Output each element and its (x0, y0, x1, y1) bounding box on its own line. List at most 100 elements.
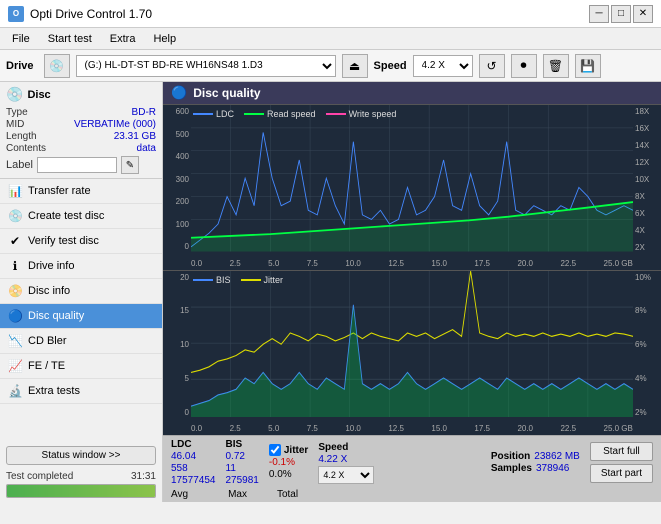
max-label: Max (228, 489, 247, 500)
drive-select[interactable]: (G:) HL-DT-ST BD-RE WH16NS48 1.D3 (76, 55, 336, 77)
create-test-disc-icon: 💿 (8, 209, 22, 223)
nav-disc-info-label: Disc info (28, 285, 70, 297)
disc-info-icon: 📀 (8, 284, 22, 298)
nav-extra-tests[interactable]: 🔬 Extra tests (0, 379, 162, 404)
minimize-button[interactable]: ─ (589, 5, 609, 23)
nav-transfer-rate[interactable]: 📊 Transfer rate (0, 179, 162, 204)
jitter-avg: -0.1% (269, 457, 308, 468)
ldc-legend: LDC (193, 109, 234, 119)
write-legend-dot (326, 113, 346, 115)
jitter-legend-label: Jitter (264, 275, 284, 285)
nav-cd-bler[interactable]: 📉 CD Bler (0, 329, 162, 354)
app-icon: O (8, 6, 24, 22)
disc-quality-header: 🔵 Disc quality (163, 82, 661, 105)
samples-value: 378946 (536, 463, 569, 474)
eject-btn[interactable]: ⏏ (342, 54, 368, 78)
ldc-legend-dot (193, 113, 213, 115)
cd-bler-icon: 📉 (8, 334, 22, 348)
lower-x-labels: 0.0 2.5 5.0 7.5 10.0 12.5 15.0 17.5 20.0… (191, 424, 633, 433)
nav-items: 📊 Transfer rate 💿 Create test disc ✔ Ver… (0, 179, 162, 442)
speed-select[interactable]: 4.2 X (413, 55, 473, 77)
disc-quality-title: Disc quality (193, 86, 260, 100)
disc-mid-row: MID VERBATIMe (000) (6, 119, 156, 130)
jitter-legend: Jitter (241, 275, 284, 285)
progress-bar-outer (6, 484, 156, 498)
drive-icon-btn[interactable]: 💿 (44, 54, 70, 78)
speed-header: Speed (318, 442, 374, 453)
nav-create-test-disc-label: Create test disc (28, 210, 104, 222)
ldc-header: LDC (171, 439, 216, 450)
samples-row: Samples 378946 (491, 463, 580, 474)
disc-length-row: Length 23.31 GB (6, 131, 156, 142)
upper-chart: LDC Read speed Write speed 600 500 400 (163, 105, 661, 271)
nav-verify-test-disc-label: Verify test disc (28, 235, 99, 247)
bis-legend: BIS (193, 275, 231, 285)
disc-contents-label: Contents (6, 143, 46, 154)
upper-y-right: 18X 16X 14X 12X 10X 8X 6X 4X 2X (633, 105, 661, 252)
maximize-button[interactable]: □ (611, 5, 631, 23)
progress-area: Test completed 31:31 (0, 469, 162, 502)
read-legend: Read speed (244, 109, 316, 119)
action-buttons: Start full Start part (590, 442, 653, 483)
disc-label-label: Label (6, 159, 33, 171)
lower-legend: BIS Jitter (193, 275, 283, 285)
disc-contents-value: data (137, 143, 156, 154)
disc-length-label: Length (6, 131, 37, 142)
drivebar: Drive 💿 (G:) HL-DT-ST BD-RE WH16NS48 1.D… (0, 50, 661, 82)
save-btn[interactable]: 💾 (575, 54, 601, 78)
nav-fe-te[interactable]: 📈 FE / TE (0, 354, 162, 379)
nav-create-test-disc[interactable]: 💿 Create test disc (0, 204, 162, 229)
disc-header: 💿 Disc (6, 86, 156, 103)
refresh-btn[interactable]: ↺ (479, 54, 505, 78)
write-legend-label: Write speed (349, 109, 397, 119)
speed-stats: Speed 4.22 X 4.2 X (318, 442, 374, 484)
disc-type-label: Type (6, 107, 28, 118)
speed-label: Speed (374, 60, 407, 72)
start-part-btn[interactable]: Start part (590, 464, 653, 483)
ldc-max: 558 (171, 463, 216, 474)
menubar: File Start test Extra Help (0, 28, 661, 50)
speed-avg: 4.22 X (318, 454, 374, 465)
ldc-stats: LDC 46.04 558 17577454 (171, 439, 216, 486)
disc-title: Disc (27, 89, 50, 101)
jitter-max: 0.0% (269, 469, 308, 480)
progress-bar-inner (7, 485, 155, 497)
record-btn[interactable]: ⏺ (511, 54, 537, 78)
menu-start-test[interactable]: Start test (40, 31, 100, 47)
ldc-legend-label: LDC (216, 109, 234, 119)
jitter-header-row: Jitter (269, 444, 308, 456)
status-window-btn[interactable]: Status window >> (6, 446, 156, 465)
jitter-header: Jitter (284, 445, 308, 456)
close-button[interactable]: ✕ (633, 5, 653, 23)
nav-verify-test-disc[interactable]: ✔ Verify test disc (0, 229, 162, 254)
read-legend-dot (244, 113, 264, 115)
stats-bar: LDC 46.04 558 17577454 BIS 0.72 11 27598… (163, 435, 661, 489)
bis-legend-dot (193, 279, 213, 281)
titlebar: O Opti Drive Control 1.70 ─ □ ✕ (0, 0, 661, 28)
transfer-rate-icon: 📊 (8, 184, 22, 198)
lower-y-left: 20 15 10 5 0 (163, 271, 191, 418)
start-full-btn[interactable]: Start full (590, 442, 653, 461)
disc-label-input[interactable] (37, 157, 117, 173)
speed-stat-select[interactable]: 4.2 X (318, 466, 374, 484)
write-legend: Write speed (326, 109, 397, 119)
stats-label-row: Avg Max Total (163, 489, 661, 502)
disc-type-row: Type BD-R (6, 107, 156, 118)
nav-drive-info[interactable]: ℹ Drive info (0, 254, 162, 279)
nav-disc-info[interactable]: 📀 Disc info (0, 279, 162, 304)
disc-label-edit-btn[interactable]: ✎ (121, 156, 139, 174)
nav-disc-quality[interactable]: 🔵 Disc quality (0, 304, 162, 329)
disc-icon: 💿 (6, 86, 23, 103)
menu-extra[interactable]: Extra (102, 31, 144, 47)
ldc-total: 17577454 (171, 475, 216, 486)
status-text: Test completed (6, 471, 73, 482)
menu-file[interactable]: File (4, 31, 38, 47)
main-layout: 💿 Disc Type BD-R MID VERBATIMe (000) Len… (0, 82, 661, 502)
lower-chart-svg (191, 271, 633, 418)
erase-btn[interactable]: 🗑 (543, 54, 569, 78)
disc-contents-row: Contents data (6, 143, 156, 154)
total-label: Total (277, 489, 298, 500)
fe-te-icon: 📈 (8, 359, 22, 373)
menu-help[interactable]: Help (145, 31, 184, 47)
jitter-checkbox[interactable] (269, 444, 281, 456)
